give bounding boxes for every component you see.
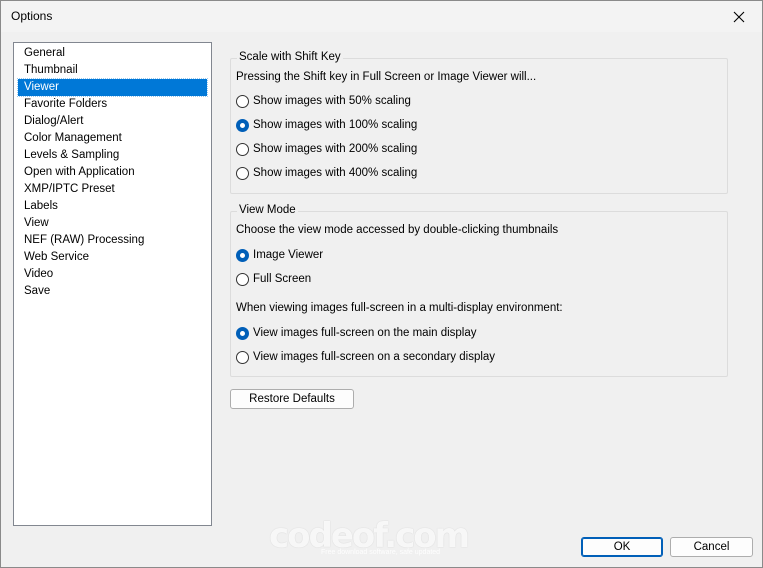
close-button[interactable] [716, 1, 762, 32]
options-dialog: Options General Thumbnail Viewer Favorit… [0, 0, 763, 568]
radio-button[interactable] [236, 94, 249, 108]
radio-button[interactable] [236, 272, 249, 286]
image-viewer-radio[interactable]: Image Viewer [236, 247, 323, 263]
radio-button[interactable] [236, 118, 249, 132]
nav-item-web-service[interactable]: Web Service [18, 249, 207, 266]
radio-label: Image Viewer [253, 249, 324, 261]
window-title: Options [11, 9, 53, 23]
scale-group-legend: Scale with Shift Key [237, 51, 343, 63]
nav-item-view[interactable]: View [18, 215, 207, 232]
radio-button[interactable] [236, 350, 249, 364]
scale-100-radio[interactable]: Show images with 100% scaling [236, 117, 417, 133]
nav-item-open-with-application[interactable]: Open with Application [18, 164, 207, 181]
view-mode-legend: View Mode [237, 204, 298, 216]
watermark-tagline: Free download software, safe updated [321, 549, 441, 556]
radio-label: View images full-screen on a secondary d… [253, 351, 496, 363]
close-icon [733, 11, 745, 22]
radio-button[interactable] [236, 142, 249, 156]
multi-display-description: When viewing images full-screen in a mul… [236, 302, 563, 314]
nav-item-save[interactable]: Save [18, 283, 207, 300]
full-screen-radio[interactable]: Full Screen [236, 271, 311, 287]
radio-label: Show images with 100% scaling [253, 119, 418, 131]
secondary-display-radio[interactable]: View images full-screen on a secondary d… [236, 349, 495, 365]
nav-item-levels-sampling[interactable]: Levels & Sampling [18, 147, 207, 164]
main-display-radio[interactable]: View images full-screen on the main disp… [236, 325, 477, 341]
watermark-logo: codeof.com [269, 516, 470, 556]
nav-item-labels[interactable]: Labels [18, 198, 207, 215]
ok-button[interactable]: OK [581, 537, 663, 557]
nav-item-nef-raw-processing[interactable]: NEF (RAW) Processing [18, 232, 207, 249]
nav-item-dialog-alert[interactable]: Dialog/Alert [18, 113, 207, 130]
scale-group-description: Pressing the Shift key in Full Screen or… [236, 71, 537, 83]
scale-400-radio[interactable]: Show images with 400% scaling [236, 165, 417, 181]
radio-label: View images full-screen on the main disp… [253, 327, 477, 339]
view-mode-group: View Mode Choose the view mode accessed … [230, 204, 728, 377]
radio-label: Full Screen [253, 273, 312, 285]
nav-item-color-management[interactable]: Color Management [18, 130, 207, 147]
nav-item-video[interactable]: Video [18, 266, 207, 283]
nav-item-general[interactable]: General [18, 45, 207, 62]
cancel-button[interactable]: Cancel [670, 537, 753, 557]
title-bar: Options [1, 1, 762, 32]
radio-label: Show images with 400% scaling [253, 167, 418, 179]
nav-item-favorite-folders[interactable]: Favorite Folders [18, 96, 207, 113]
radio-button[interactable] [236, 166, 249, 180]
radio-label: Show images with 200% scaling [253, 143, 418, 155]
category-list[interactable]: General Thumbnail Viewer Favorite Folder… [13, 42, 212, 526]
nav-item-viewer[interactable]: Viewer [17, 78, 208, 97]
radio-button[interactable] [236, 326, 249, 340]
radio-button[interactable] [236, 248, 249, 262]
nav-item-xmp-iptc-preset[interactable]: XMP/IPTC Preset [18, 181, 207, 198]
view-mode-description: Choose the view mode accessed by double-… [236, 224, 559, 236]
nav-item-thumbnail[interactable]: Thumbnail [18, 62, 207, 79]
scale-shift-key-group: Scale with Shift Key Pressing the Shift … [230, 51, 728, 194]
restore-defaults-button[interactable]: Restore Defaults [230, 389, 354, 409]
scale-50-radio[interactable]: Show images with 50% scaling [236, 93, 411, 109]
radio-label: Show images with 50% scaling [253, 95, 411, 107]
scale-200-radio[interactable]: Show images with 200% scaling [236, 141, 417, 157]
